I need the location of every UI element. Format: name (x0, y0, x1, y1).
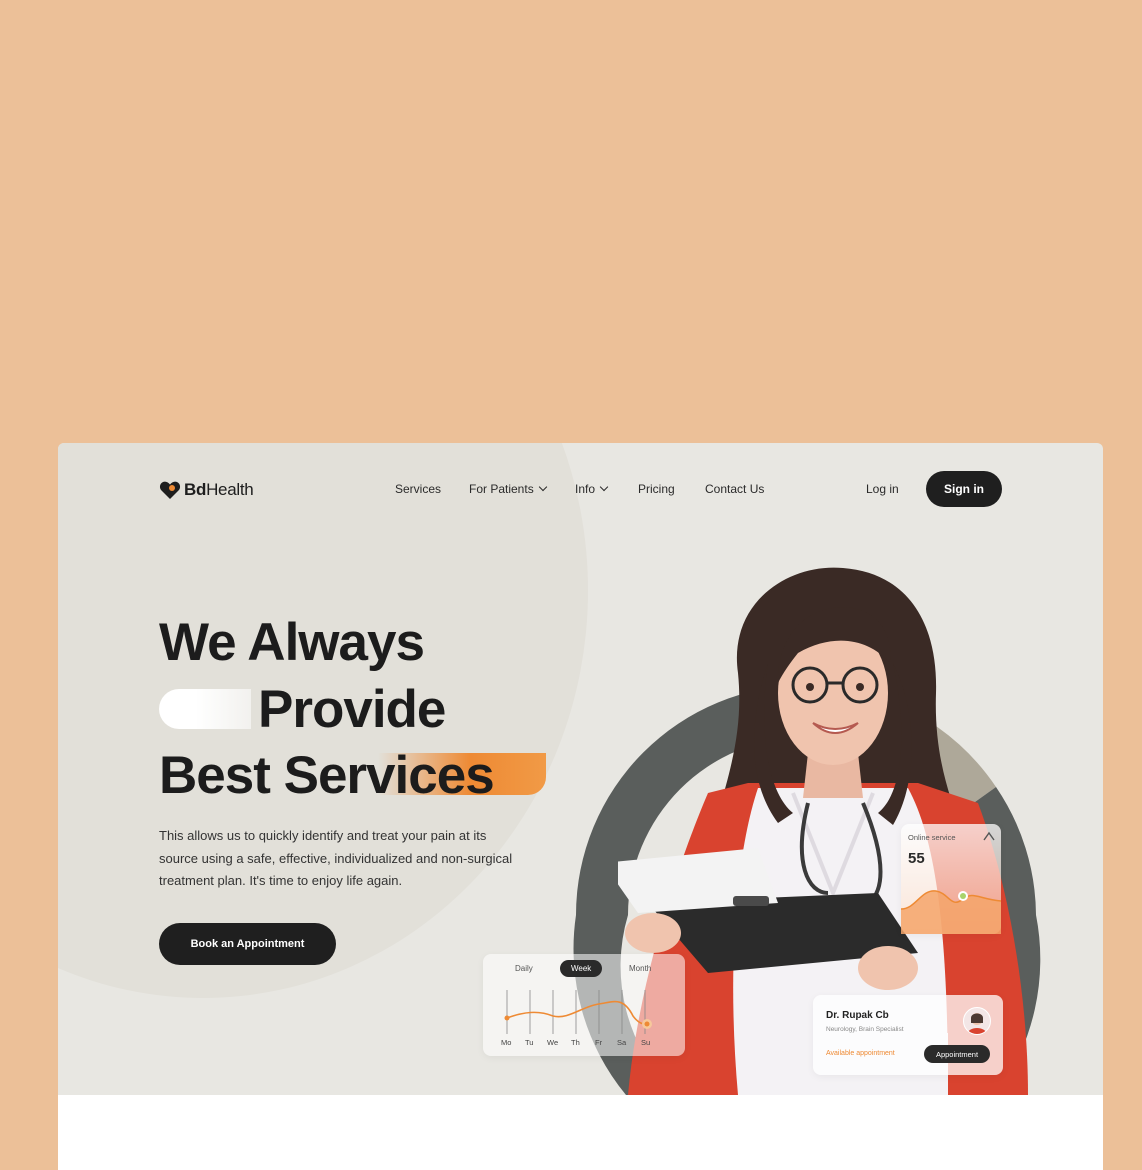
hero-description: This allows us to quickly identify and t… (159, 828, 513, 888)
day-label: Th (571, 1038, 580, 1047)
signin-button[interactable]: Sign in (926, 471, 1002, 507)
doctor-specialty: Neurology, Brain Specialist (826, 1026, 904, 1033)
doctor-card: Dr. Rupak Cb Neurology, Brain Specialist… (813, 995, 1003, 1075)
doctor-avatar (963, 1007, 991, 1035)
online-service-graph (901, 890, 1001, 934)
nav-item-info[interactable]: Info (575, 482, 609, 496)
day-label: Tu (525, 1038, 534, 1047)
headline-pill-decoration (159, 689, 251, 729)
activity-chart-card: Daily Week Month Mo Tu We Th Fr Sa Su (483, 954, 685, 1056)
content-section (58, 1095, 1103, 1170)
heart-logo-icon (159, 481, 181, 499)
appointment-button[interactable]: Appointment (924, 1045, 990, 1063)
brand-name: BdHealth (184, 480, 254, 499)
chevron-down-icon (538, 482, 547, 492)
login-link[interactable]: Log in (866, 482, 899, 496)
book-appointment-button[interactable]: Book an Appointment (159, 923, 336, 965)
nav-item-contact[interactable]: Contact Us (705, 482, 764, 496)
day-label: We (547, 1038, 559, 1047)
headline-line-3: Best Services (159, 746, 495, 805)
activity-sparkline (504, 990, 652, 1034)
day-label: Sa (617, 1038, 627, 1047)
nav-item-for-patients[interactable]: For Patients (469, 482, 547, 496)
headline-line-1: We Always (159, 613, 425, 672)
hero-section: BdHealth Services For Patients Info Pric… (58, 443, 1103, 1095)
doctor-name: Dr. Rupak Cb (826, 1010, 889, 1021)
logo[interactable]: BdHealth (159, 480, 254, 500)
headline-line-2: Provide (258, 680, 446, 739)
day-label: Fr (595, 1038, 603, 1047)
chevron-down-icon (599, 482, 609, 492)
day-label: Su (641, 1038, 651, 1047)
online-service-card: Online service 55 (901, 824, 1001, 934)
trend-icon (983, 831, 995, 841)
nav-item-services[interactable]: Services (395, 482, 441, 496)
day-label: Mo (501, 1038, 512, 1047)
available-appointment-link[interactable]: Available appointment (826, 1050, 895, 1057)
nav-item-pricing[interactable]: Pricing (638, 482, 675, 496)
online-service-value: 55 (908, 850, 925, 867)
online-service-label: Online service (908, 833, 956, 842)
